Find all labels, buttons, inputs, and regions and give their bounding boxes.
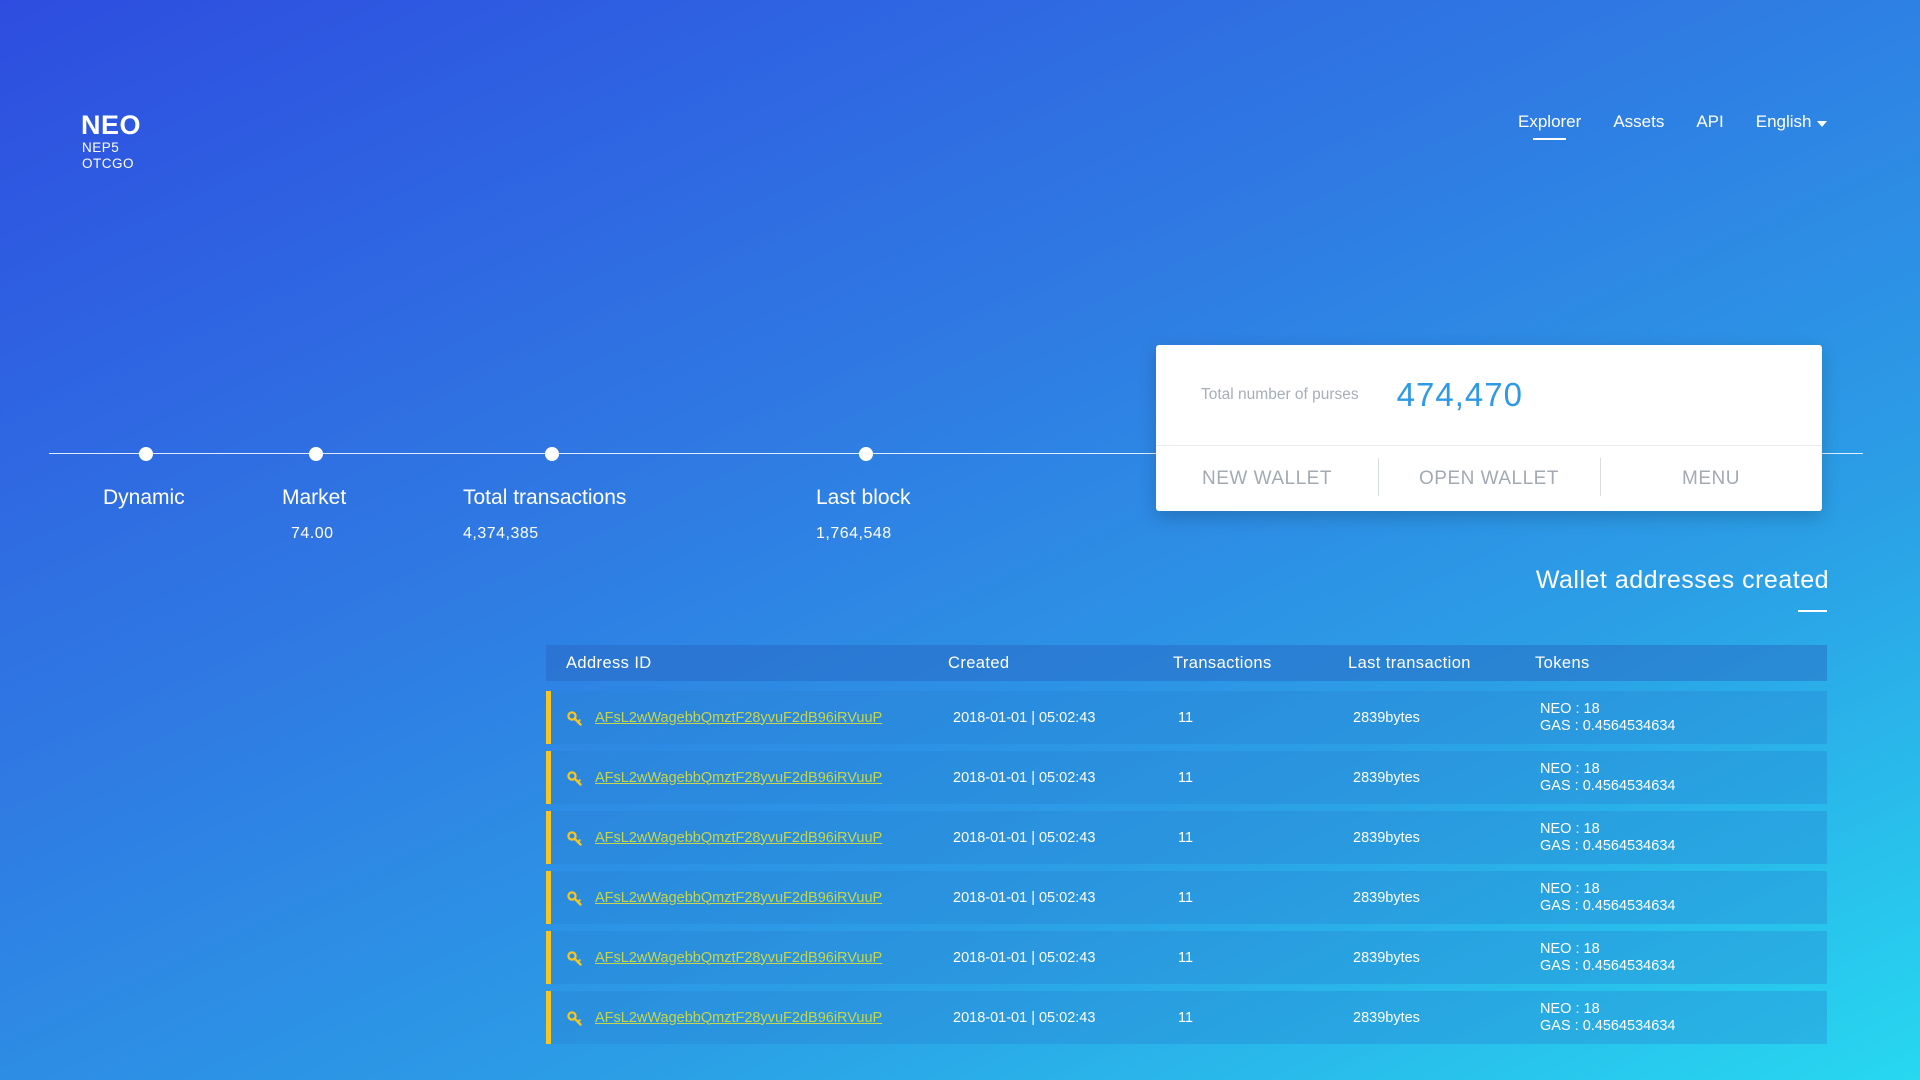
wallet-total-value: 474,470	[1396, 376, 1523, 413]
header-created: Created	[948, 653, 1010, 672]
top-nav: Explorer Assets API English	[1518, 112, 1827, 140]
logo-subtitle-otcgo: OTCGO	[82, 156, 134, 171]
logo-subtitle-nep5: NEP5	[82, 140, 120, 155]
address-cell: AFsL2wWagebbQmztF28yvuF2dB96iRVuuP	[551, 710, 953, 726]
transactions-cell: 11	[1178, 949, 1194, 966]
address-cell: AFsL2wWagebbQmztF28yvuF2dB96iRVuuP	[551, 950, 953, 966]
logo-title: NEO	[81, 110, 142, 140]
transactions-cell: 11	[1178, 1009, 1194, 1026]
token-gas: GAS : 0.4564534634	[1540, 957, 1676, 974]
timeline-dot	[139, 447, 153, 461]
stat-label: Total transactions	[463, 486, 627, 509]
timeline-dot	[309, 447, 323, 461]
table-row[interactable]: AFsL2wWagebbQmztF28yvuF2dB96iRVuuP 2018-0…	[546, 991, 1827, 1044]
created-cell: 2018-01-01 | 05:02:43	[953, 949, 1096, 966]
address-link[interactable]: AFsL2wWagebbQmztF28yvuF2dB96iRVuuP	[595, 830, 882, 846]
created-cell: 2018-01-01 | 05:02:43	[953, 769, 1096, 786]
section-title-underline	[1798, 610, 1827, 612]
token-neo: NEO : 18	[1540, 700, 1600, 717]
nav-assets[interactable]: Assets	[1613, 112, 1664, 132]
last-transaction-cell: 2839bytes	[1353, 1009, 1420, 1026]
token-neo: NEO : 18	[1540, 1000, 1600, 1017]
wallet-summary: Total number of purses 474,470	[1156, 345, 1822, 446]
token-gas: GAS : 0.4564534634	[1540, 1017, 1676, 1034]
created-cell: 2018-01-01 | 05:02:43	[953, 709, 1096, 726]
last-transaction-cell: 2839bytes	[1353, 769, 1420, 786]
token-gas: GAS : 0.4564534634	[1540, 897, 1676, 914]
created-cell: 2018-01-01 | 05:02:43	[953, 1009, 1096, 1026]
key-icon	[567, 830, 582, 846]
transactions-cell: 11	[1178, 769, 1194, 786]
transactions-cell: 11	[1178, 709, 1194, 726]
address-cell: AFsL2wWagebbQmztF28yvuF2dB96iRVuuP	[551, 770, 953, 786]
token-neo: NEO : 18	[1540, 820, 1600, 837]
language-label: English	[1755, 112, 1812, 131]
stat-label: Last block	[816, 486, 911, 509]
wallet-actions: NEW WALLET OPEN WALLET MENU	[1156, 446, 1822, 511]
token-neo: NEO : 18	[1540, 760, 1600, 777]
table-header: Address ID Created Transactions Last tra…	[546, 645, 1827, 681]
last-transaction-cell: 2839bytes	[1353, 709, 1420, 726]
key-icon	[567, 770, 582, 786]
token-neo: NEO : 18	[1540, 880, 1600, 897]
header-transactions: Transactions	[1173, 653, 1272, 672]
tokens-cell: NEO : 18 GAS : 0.4564534634	[1540, 821, 1827, 855]
stat-value: 4,374,385	[463, 525, 539, 542]
table-row[interactable]: AFsL2wWagebbQmztF28yvuF2dB96iRVuuP 2018-0…	[546, 931, 1827, 984]
menu-button[interactable]: MENU	[1600, 457, 1822, 496]
key-icon	[567, 950, 582, 966]
transactions-cell: 11	[1178, 889, 1194, 906]
created-cell: 2018-01-01 | 05:02:43	[953, 829, 1096, 846]
address-cell: AFsL2wWagebbQmztF28yvuF2dB96iRVuuP	[551, 830, 953, 846]
nav-api[interactable]: API	[1696, 112, 1723, 132]
stat-value: 74.00	[291, 525, 334, 542]
address-link[interactable]: AFsL2wWagebbQmztF28yvuF2dB96iRVuuP	[595, 1010, 882, 1026]
key-icon	[567, 710, 582, 726]
address-link[interactable]: AFsL2wWagebbQmztF28yvuF2dB96iRVuuP	[595, 770, 882, 786]
token-neo: NEO : 18	[1540, 940, 1600, 957]
table-row[interactable]: AFsL2wWagebbQmztF28yvuF2dB96iRVuuP 2018-0…	[546, 871, 1827, 924]
table-row[interactable]: AFsL2wWagebbQmztF28yvuF2dB96iRVuuP 2018-0…	[546, 691, 1827, 744]
created-cell: 2018-01-01 | 05:02:43	[953, 889, 1096, 906]
open-wallet-button[interactable]: OPEN WALLET	[1378, 457, 1600, 496]
logo[interactable]: NEO NEP5 OTCGO	[81, 110, 141, 172]
timeline-dot	[859, 447, 873, 461]
token-gas: GAS : 0.4564534634	[1540, 837, 1676, 854]
tokens-cell: NEO : 18 GAS : 0.4564534634	[1540, 941, 1827, 975]
last-transaction-cell: 2839bytes	[1353, 829, 1420, 846]
stat-label: Market	[282, 486, 347, 509]
transactions-cell: 11	[1178, 829, 1194, 846]
tokens-cell: NEO : 18 GAS : 0.4564534634	[1540, 701, 1827, 735]
address-link[interactable]: AFsL2wWagebbQmztF28yvuF2dB96iRVuuP	[595, 950, 882, 966]
address-cell: AFsL2wWagebbQmztF28yvuF2dB96iRVuuP	[551, 1010, 953, 1026]
key-icon	[567, 890, 582, 906]
token-gas: GAS : 0.4564534634	[1540, 777, 1676, 794]
stat-label: Dynamic	[103, 486, 185, 509]
header-last-transaction: Last transaction	[1348, 653, 1471, 672]
address-link[interactable]: AFsL2wWagebbQmztF28yvuF2dB96iRVuuP	[595, 710, 882, 726]
nav-explorer[interactable]: Explorer	[1518, 112, 1581, 140]
key-icon	[567, 1010, 582, 1026]
wallet-addresses-table: Address ID Created Transactions Last tra…	[546, 645, 1827, 1044]
last-transaction-cell: 2839bytes	[1353, 949, 1420, 966]
tokens-cell: NEO : 18 GAS : 0.4564534634	[1540, 881, 1827, 915]
last-transaction-cell: 2839bytes	[1353, 889, 1420, 906]
table-row[interactable]: AFsL2wWagebbQmztF28yvuF2dB96iRVuuP 2018-0…	[546, 811, 1827, 864]
stat-value: 1,764,548	[816, 525, 892, 542]
new-wallet-button[interactable]: NEW WALLET	[1156, 468, 1378, 490]
wallet-card: Total number of purses 474,470 NEW WALLE…	[1156, 345, 1822, 511]
timeline-dot	[545, 447, 559, 461]
header-address-id: Address ID	[566, 653, 652, 672]
token-gas: GAS : 0.4564534634	[1540, 717, 1676, 734]
wallet-total-label: Total number of purses	[1201, 386, 1359, 403]
tokens-cell: NEO : 18 GAS : 0.4564534634	[1540, 1001, 1827, 1035]
address-cell: AFsL2wWagebbQmztF28yvuF2dB96iRVuuP	[551, 890, 953, 906]
address-link[interactable]: AFsL2wWagebbQmztF28yvuF2dB96iRVuuP	[595, 890, 882, 906]
table-row[interactable]: AFsL2wWagebbQmztF28yvuF2dB96iRVuuP 2018-0…	[546, 751, 1827, 804]
tokens-cell: NEO : 18 GAS : 0.4564534634	[1540, 761, 1827, 795]
header-tokens: Tokens	[1535, 653, 1590, 672]
section-title: Wallet addresses created	[1535, 566, 1829, 594]
caret-down-icon	[1816, 120, 1827, 127]
language-select[interactable]: English	[1756, 112, 1827, 132]
